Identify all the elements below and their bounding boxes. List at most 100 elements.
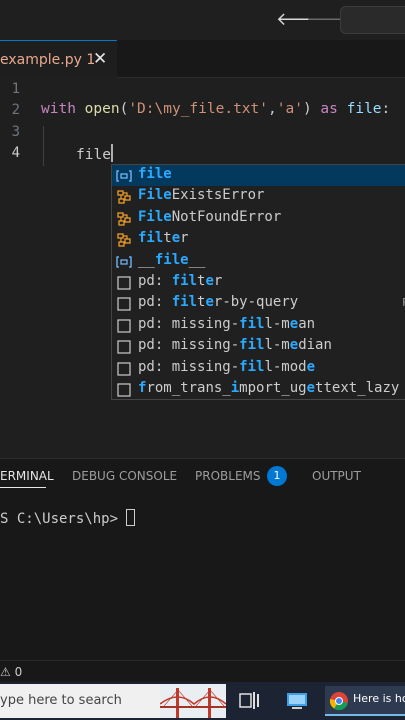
label-text: rom_trans_ <box>146 380 231 396</box>
terminal-prompt[interactable]: S C:\Users\hp> <box>0 509 136 527</box>
punctuation: , <box>268 101 277 117</box>
chrome-taskbar-button[interactable]: Here is hov <box>325 686 405 716</box>
keyword: as <box>320 101 338 117</box>
suggestion-item[interactable]: pd: missing-fill-median <box>112 336 405 357</box>
suggestion-item[interactable]: pd: missing-fill-mode <box>112 358 405 379</box>
close-icon[interactable]: ✕ <box>93 49 107 69</box>
code-line-2: with open('D:\my_file.txt','a') as file: <box>41 101 390 117</box>
punctuation: ( <box>119 101 129 117</box>
snippet-icon <box>117 319 131 333</box>
match-highlight: e <box>306 358 316 375</box>
indent-guide <box>43 126 44 166</box>
search-placeholder: ype here to search <box>0 693 122 708</box>
suggestion-label: filter <box>138 230 189 246</box>
problems-count-badge: 1 <box>267 466 287 486</box>
suggestion-item[interactable]: FileExistsError <box>112 186 405 207</box>
suggestion-item[interactable]: from_trans_import_ugettext_lazy <box>112 379 405 400</box>
label-text: ExistsError <box>171 187 265 204</box>
suggestion-item[interactable]: pd: filter <box>112 272 405 293</box>
line-number: 1 <box>11 81 20 97</box>
suggestion-label: __file__ <box>138 252 205 268</box>
label-text: pd: missing- <box>138 315 240 332</box>
suggestion-item[interactable]: __file__ <box>112 251 405 272</box>
label-text: mport_ug <box>239 380 307 396</box>
bridge-illustration-icon <box>160 684 226 718</box>
suggestion-label: pd: filter <box>138 273 222 289</box>
line-number: 4 <box>11 145 20 161</box>
suggestion-item[interactable]: pd: missing-fill-mean <box>112 315 405 336</box>
punctuation: ) <box>302 101 312 117</box>
prompt-text: S C:\Users\hp> <box>0 511 127 527</box>
match-highlight: fil <box>239 358 265 375</box>
label-text: NotFoundError <box>171 208 282 225</box>
punctuation: : <box>381 101 391 117</box>
variable: file <box>346 101 382 117</box>
suggestion-item[interactable]: pd: filter-by-queryF <box>112 293 405 314</box>
tab-terminal[interactable]: ERMINAL <box>0 469 54 483</box>
line-number: 2 <box>11 102 20 118</box>
suggestion-item[interactable]: file <box>112 165 405 187</box>
label-text: t <box>163 230 172 247</box>
label-text: pd: missing- <box>138 337 240 354</box>
text-cursor <box>110 144 113 162</box>
match-highlight: e <box>205 273 214 289</box>
tab-example-py[interactable]: example.py 1 ✕ <box>0 40 117 78</box>
title-bar: 🡐 🡒 <box>0 0 405 40</box>
class-icon <box>117 212 131 226</box>
line-number: 3 <box>11 124 20 140</box>
windows-taskbar: ype here to search Here is hov <box>0 682 405 720</box>
match-highlight: e <box>289 315 299 332</box>
label-text: pd: missing- <box>138 358 240 375</box>
match-highlight: e <box>171 230 181 247</box>
match-highlight: File <box>138 187 172 204</box>
match-highlight: e <box>289 337 299 354</box>
suggestion-item[interactable]: filter <box>112 229 405 250</box>
label-text: r <box>213 273 223 289</box>
snippet-icon <box>117 340 131 354</box>
label-text: ttext_lazy <box>315 380 400 396</box>
match-highlight: file <box>154 251 189 268</box>
class-icon <box>117 233 131 247</box>
command-center[interactable] <box>340 6 405 34</box>
tab-problems[interactable]: PROBLEMS <box>195 469 261 483</box>
class-icon <box>117 190 131 205</box>
label-text: l-mod <box>264 358 307 375</box>
suggestion-item[interactable]: FileNotFoundError <box>112 208 405 229</box>
match-highlight: fil <box>171 273 198 289</box>
label-text: __ <box>188 251 206 268</box>
label-text: pd: <box>138 273 172 289</box>
code-line-4: file <box>76 144 113 163</box>
tab-label: example.py 1 <box>0 52 96 68</box>
label-text: l-m <box>264 315 290 332</box>
string-literal: 'D:\my_file.txt' <box>128 101 268 117</box>
label-text: r <box>180 230 189 247</box>
match-highlight: e <box>306 380 316 396</box>
suggestion-label: FileExistsError <box>138 187 264 203</box>
taskbar-search-input[interactable]: ype here to search <box>0 684 226 718</box>
suggestion-label: pd: missing-fill-mode <box>138 359 315 375</box>
active-tab-indicator <box>0 487 46 488</box>
chrome-window-title: Here is hov <box>353 692 405 705</box>
match-highlight: i <box>230 380 240 396</box>
status-bar: ⚠ 0 <box>0 660 405 682</box>
task-view-icon[interactable] <box>236 688 262 714</box>
match-highlight: file <box>138 166 172 182</box>
editor-tab-bar: example.py 1 ✕ <box>0 40 405 78</box>
bottom-panel: ERMINAL DEBUG CONSOLE PROBLEMS 1 OUTPUT … <box>0 458 405 660</box>
match-highlight: fil <box>138 230 164 247</box>
match-highlight: e <box>205 294 214 311</box>
suggestion-label: pd: filter-by-query <box>138 294 298 310</box>
match-highlight: fil <box>239 337 265 354</box>
computer-icon[interactable] <box>284 688 310 714</box>
problems-status[interactable]: ⚠ 0 <box>0 665 22 679</box>
chrome-icon <box>329 692 348 711</box>
tab-output[interactable]: OUTPUT <box>312 469 361 483</box>
string-literal: 'a' <box>276 101 303 117</box>
tab-debug-console[interactable]: DEBUG CONSOLE <box>72 469 177 483</box>
variable-icon <box>116 255 132 268</box>
terminal-cursor <box>126 509 136 526</box>
keyword: with <box>41 101 76 117</box>
label-text: dian <box>298 337 332 354</box>
function-name: open <box>84 101 120 117</box>
suggestion-label: pd: missing-fill-median <box>138 337 332 353</box>
